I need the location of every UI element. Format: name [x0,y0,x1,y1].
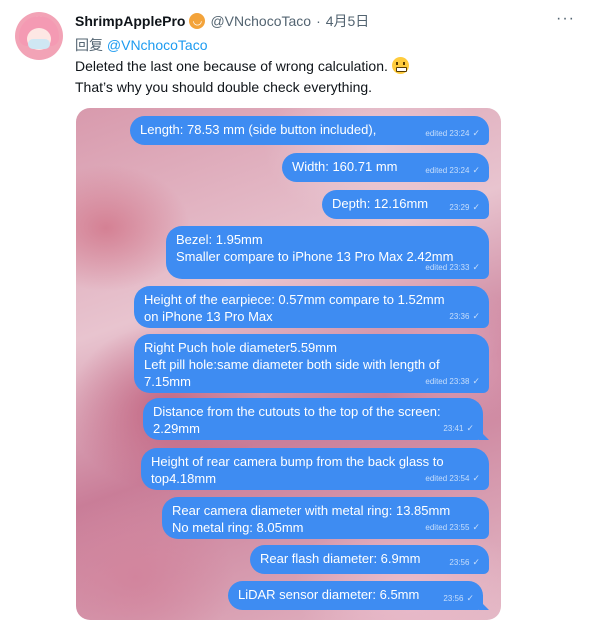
read-check-icon: ✓ [472,557,480,567]
message-line: Height of rear camera bump from the back… [151,454,444,469]
message-line: Right Puch hole diameter5.59mm [144,340,337,355]
tweet: ShrimpApplePro ◡ @VNchocoTaco · 4月5日 ···… [0,0,595,630]
grimacing-face-emoji-icon [391,57,409,74]
message-meta: 23:56 ✓ [443,593,474,603]
message-bubble: Length: 78.53 mm (side button included),… [130,116,489,145]
read-check-icon: ✓ [472,128,480,138]
message-meta: 23:56 ✓ [449,557,480,567]
avatar-mask [28,39,50,49]
separator-dot: · [316,13,321,29]
reply-prefix: 回复 [75,37,103,53]
read-check-icon: ✓ [472,522,480,532]
message-line: Bezel: 1.95mm [176,232,263,247]
display-name[interactable]: ShrimpApplePro [75,13,185,29]
message-meta: edited 23:24 ✓ [425,128,480,138]
message-line: Left pill hole:same diameter both side w… [144,357,440,372]
message-line: on iPhone 13 Pro Max [144,309,273,324]
message-meta: edited 23:33 ✓ [425,262,480,272]
tweet-date[interactable]: 4月5日 [326,11,370,31]
read-check-icon: ✓ [472,311,480,321]
read-check-icon: ✓ [466,593,474,603]
message-meta: edited 23:54 ✓ [425,473,480,483]
message-bubble: Width: 160.71 mm edited 23:24 ✓ [282,153,489,182]
message-meta: 23:41 ✓ [443,423,474,433]
tweet-text-line2: That’s why you should double check every… [75,79,373,95]
message-meta: edited 23:38 ✓ [425,376,480,386]
tweet-text-line1: Deleted the last one because of wrong ca… [75,58,388,74]
message-bubble: LiDAR sensor diameter: 6.5mm 23:56 ✓ [228,581,489,610]
read-check-icon: ✓ [472,165,480,175]
message-bubble: Bezel: 1.95mm Smaller compare to iPhone … [166,226,489,279]
message-bubble: Height of rear camera bump from the back… [141,448,489,490]
message-bubble: Height of the earpiece: 0.57mm compare t… [134,286,489,328]
message-line: Height of the earpiece: 0.57mm compare t… [144,292,445,307]
message-meta: 23:29 ✓ [449,202,480,212]
tweet-header: ShrimpApplePro ◡ @VNchocoTaco · 4月5日 [75,11,369,31]
message-bubble: Depth: 12.16mm 23:29 ✓ [322,190,489,219]
reply-mention-link[interactable]: @VNchocoTaco [107,37,208,53]
message-line: Rear camera diameter with metal ring: 13… [172,503,451,518]
tweet-image[interactable]: Length: 78.53 mm (side button included),… [76,108,501,620]
message-bubble: Right Puch hole diameter5.59mm Left pill… [134,334,489,393]
read-check-icon: ✓ [466,423,474,433]
reply-context: 回复 @VNchocoTaco [75,35,207,55]
message-line: Distance from the cutouts to the top of … [153,404,441,419]
message-bubble: Rear camera diameter with metal ring: 13… [162,497,489,539]
message-line: 2.29mm [153,421,200,436]
read-check-icon: ✓ [472,262,480,272]
message-meta: edited 23:55 ✓ [425,522,480,532]
message-bubble: Rear flash diameter: 6.9mm 23:56 ✓ [250,545,489,574]
read-check-icon: ✓ [472,473,480,483]
more-options-icon[interactable]: ··· [556,10,575,28]
message-line: LiDAR sensor diameter: 6.5mm [238,587,420,602]
read-check-icon: ✓ [472,376,480,386]
tweet-text: Deleted the last one because of wrong ca… [75,56,575,98]
message-line: Rear flash diameter: 6.9mm [260,551,421,566]
read-check-icon: ✓ [472,202,480,212]
shrimp-badge-icon: ◡ [189,13,206,29]
avatar[interactable] [15,12,63,60]
message-bubble: Distance from the cutouts to the top of … [143,398,489,440]
user-handle[interactable]: @VNchocoTaco [210,13,311,29]
message-meta: 23:36 ✓ [449,311,480,321]
message-meta: edited 23:24 ✓ [425,165,480,175]
